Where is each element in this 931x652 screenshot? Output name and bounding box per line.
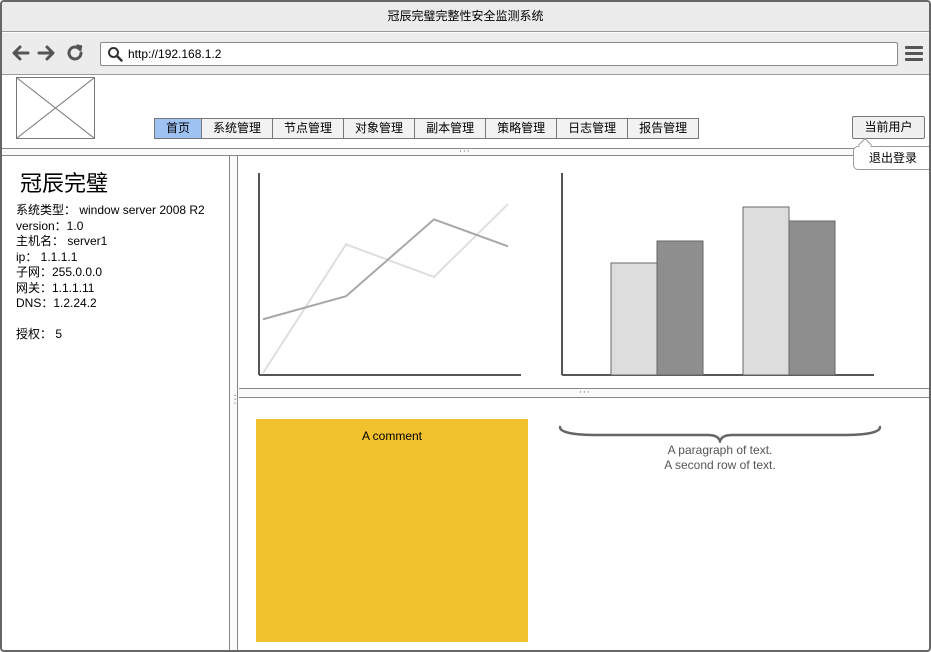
arrow-right-icon[interactable] [35, 42, 57, 64]
info-subnet: 子网：255.0.0.0 [16, 265, 103, 279]
system-info-list: 系统类型： window server 2008 R2 version：1.0 … [16, 203, 205, 343]
tab-replica-management[interactable]: 副本管理 [415, 119, 487, 138]
app-header: 首页 系统管理 节点管理 对象管理 副本管理 策略管理 日志管理 报告管理 当前… [2, 76, 929, 148]
tab-log-management[interactable]: 日志管理 [557, 119, 629, 138]
charts-area [239, 156, 929, 388]
line-series-2 [262, 203, 509, 374]
search-icon [108, 47, 123, 62]
line-chart [258, 173, 521, 376]
horizontal-splitter[interactable]: ··· [2, 147, 929, 157]
bar-B-series-1 [742, 206, 790, 376]
url-bar[interactable]: http://192.168.1.2 [100, 42, 898, 66]
splitter-grip-icon: ··· [229, 394, 239, 406]
main-nav-tabs: 首页 系统管理 节点管理 对象管理 副本管理 策略管理 日志管理 报告管理 [154, 118, 700, 139]
info-dns: DNS：1.2.24.2 [16, 296, 97, 310]
comment-text: A comment [361, 429, 423, 443]
bar-chart [561, 173, 874, 376]
info-ip: ip： 1.1.1.1 [16, 249, 78, 264]
arrow-left-icon[interactable] [10, 42, 32, 64]
tab-system-management[interactable]: 系统管理 [202, 119, 274, 138]
info-gateway: 网关：1.1.1.11 [16, 280, 95, 295]
system-name-title: 冠辰完璧 [20, 172, 109, 197]
vertical-splitter[interactable]: ··· [229, 156, 239, 650]
window-title: 冠辰完璧完整性安全监测系统 [2, 2, 929, 32]
tab-node-management[interactable]: 节点管理 [273, 119, 345, 138]
tab-object-management[interactable]: 对象管理 [344, 119, 416, 138]
info-version: version：1.0 [16, 218, 84, 233]
bar-A-series-2 [656, 240, 704, 376]
info-hostname: 主机名： server1 [16, 234, 108, 248]
browser-window: 冠辰完璧完整性安全监测系统 http://192.168.1.2 首页 系统管理… [0, 0, 931, 652]
bar-B-series-2 [788, 220, 836, 376]
info-os-type: 系统类型： window server 2008 R2 [16, 203, 205, 217]
logo-image-placeholder [16, 77, 95, 139]
info-license: 授权： 5 [16, 327, 63, 341]
url-text: http://192.168.1.2 [128, 47, 222, 61]
curly-brace-icon [558, 425, 882, 443]
paragraph-line-2: A second row of text. [664, 458, 776, 472]
comment-sticky-note: A comment [256, 419, 528, 642]
system-info-sidebar: 冠辰完璧 系统类型： window server 2008 R2 version… [2, 156, 229, 650]
text-paragraph: A paragraph of text. A second row of tex… [558, 443, 882, 473]
splitter-grip-icon: ··· [459, 147, 471, 157]
bar-A-series-1 [610, 262, 658, 376]
line-series-1 [262, 218, 509, 321]
browser-toolbar: http://192.168.1.2 [2, 33, 929, 75]
tab-report-management[interactable]: 报告管理 [628, 119, 699, 138]
splitter-grip-icon: ··· [579, 388, 591, 398]
tab-home[interactable]: 首页 [155, 119, 203, 138]
hamburger-menu-icon[interactable] [905, 46, 923, 62]
tab-policy-management[interactable]: 策略管理 [486, 119, 558, 138]
content-splitter[interactable]: ··· [239, 388, 929, 398]
refresh-icon[interactable] [64, 42, 86, 64]
paragraph-line-1: A paragraph of text. [667, 443, 773, 457]
current-user-button[interactable]: 当前用户 [852, 116, 925, 139]
